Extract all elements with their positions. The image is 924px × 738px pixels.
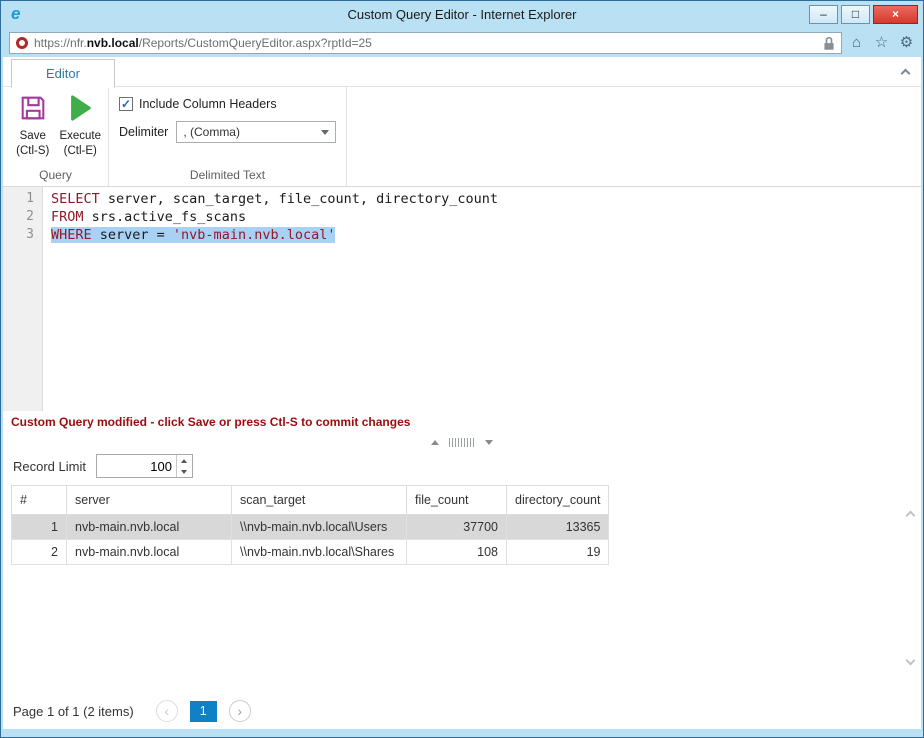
table-cell: nvb-main.nvb.local	[67, 515, 232, 540]
query-group-label: Query	[3, 168, 108, 186]
stepper-up-button[interactable]	[177, 455, 192, 466]
delimiter-label: Delimiter	[119, 125, 168, 139]
collapse-ribbon-icon[interactable]	[901, 69, 911, 79]
execute-play-icon	[65, 93, 95, 128]
title-bar: e Custom Query Editor - Internet Explore…	[1, 1, 923, 29]
pager-prev-button[interactable]: ‹	[156, 700, 178, 722]
save-label: Save	[20, 130, 46, 143]
record-limit-row: Record Limit	[3, 451, 921, 481]
browser-window: e Custom Query Editor - Internet Explore…	[0, 0, 924, 738]
favorites-star-icon[interactable]: ☆	[871, 32, 892, 54]
ribbon-toolbar: Save (Ctl-S) Execute (Ctl-E) Query	[3, 87, 921, 187]
ie-logo-icon: e	[11, 1, 20, 27]
column-header[interactable]: file_count	[407, 486, 507, 515]
pager-summary: Page 1 of 1 (2 items)	[13, 704, 134, 719]
grid-header-row: #serverscan_targetfile_countdirectory_co…	[12, 486, 609, 515]
editor-gutter: 123	[3, 190, 43, 244]
record-limit-label: Record Limit	[13, 459, 86, 474]
splitter-grip-icon[interactable]	[449, 438, 475, 447]
stepper-down-button[interactable]	[177, 466, 192, 477]
url-domain: nvb.local	[87, 36, 139, 50]
record-limit-stepper[interactable]	[96, 454, 193, 478]
line-number: 3	[3, 226, 43, 244]
column-header[interactable]: directory_count	[507, 486, 609, 515]
splitter-down-icon[interactable]	[485, 440, 493, 445]
tab-row: Editor	[3, 57, 921, 87]
scroll-down-icon[interactable]	[906, 656, 916, 666]
status-message: Custom Query modified - click Save or pr…	[3, 411, 921, 433]
url-text: https://nfr.nvb.local/Reports/CustomQuer…	[34, 36, 372, 50]
table-cell: \\nvb-main.nvb.local\Users	[232, 515, 407, 540]
save-shortcut: (Ctl-S)	[16, 145, 49, 158]
pager: Page 1 of 1 (2 items) ‹ 1 ›	[3, 693, 921, 729]
table-cell: \\nvb-main.nvb.local\Shares	[232, 540, 407, 565]
page-content: Editor Save (Ctl-S)	[3, 57, 921, 729]
sql-editor[interactable]: 123 SELECT server, scan_target, file_cou…	[3, 187, 921, 411]
url-subdomain: nfr.	[70, 36, 87, 50]
editor-code[interactable]: SELECT server, scan_target, file_count, …	[43, 190, 921, 244]
close-button[interactable]: ×	[873, 5, 918, 24]
execute-shortcut: (Ctl-E)	[64, 145, 97, 158]
column-header[interactable]: server	[67, 486, 232, 515]
maximize-button[interactable]: □	[841, 5, 870, 24]
execute-label: Execute	[59, 130, 101, 143]
address-bar[interactable]: https://nfr.nvb.local/Reports/CustomQuer…	[9, 32, 842, 54]
pane-splitter[interactable]	[3, 433, 921, 451]
table-cell: nvb-main.nvb.local	[67, 540, 232, 565]
pager-current-page[interactable]: 1	[190, 701, 217, 722]
record-limit-input[interactable]	[97, 455, 176, 477]
table-cell: 2	[12, 540, 67, 565]
url-scheme: https://	[34, 36, 70, 50]
column-header[interactable]: #	[12, 486, 67, 515]
address-row: https://nfr.nvb.local/Reports/CustomQuer…	[1, 29, 923, 57]
line-number: 1	[3, 190, 43, 208]
delimiter-dropdown[interactable]: , (Comma)	[176, 121, 336, 143]
code-line[interactable]: WHERE server = 'nvb-main.nvb.local'	[51, 226, 921, 244]
save-floppy-icon	[18, 93, 48, 128]
ssl-lock-icon	[823, 36, 835, 51]
table-cell: 19	[507, 540, 609, 565]
stepper-down-icon	[181, 470, 187, 474]
include-column-headers-checkbox[interactable]: ✓	[119, 97, 133, 111]
delimited-text-group-label: Delimited Text	[109, 168, 346, 186]
chevron-down-icon	[321, 130, 329, 135]
line-number: 2	[3, 208, 43, 226]
table-row[interactable]: 2nvb-main.nvb.local\\nvb-main.nvb.local\…	[12, 540, 609, 565]
table-cell: 37700	[407, 515, 507, 540]
home-icon[interactable]: ⌂	[846, 32, 867, 54]
site-favicon-icon	[16, 37, 28, 49]
code-line[interactable]: SELECT server, scan_target, file_count, …	[51, 190, 921, 208]
minimize-button[interactable]: –	[809, 5, 838, 24]
save-button[interactable]: Save (Ctl-S)	[11, 93, 55, 158]
splitter-up-icon[interactable]	[431, 440, 439, 445]
url-path: /Reports/CustomQueryEditor.aspx?rptId=25	[139, 36, 372, 50]
pager-next-button[interactable]: ›	[229, 700, 251, 722]
delimiter-value: , (Comma)	[183, 125, 240, 139]
stepper-up-icon	[181, 459, 187, 463]
include-column-headers-label: Include Column Headers	[139, 97, 277, 111]
code-line[interactable]: FROM srs.active_fs_scans	[51, 208, 921, 226]
table-cell: 108	[407, 540, 507, 565]
ribbon-group-delimited-text: ✓ Include Column Headers Delimiter , (Co…	[109, 87, 347, 186]
table-cell: 1	[12, 515, 67, 540]
tools-gear-icon[interactable]: ⚙	[896, 32, 917, 54]
results-grid: #serverscan_targetfile_countdirectory_co…	[11, 485, 921, 565]
execute-button[interactable]: Execute (Ctl-E)	[59, 93, 103, 158]
ribbon-group-query: Save (Ctl-S) Execute (Ctl-E) Query	[3, 87, 109, 186]
table-cell: 13365	[507, 515, 609, 540]
window-title: Custom Query Editor - Internet Explorer	[347, 7, 576, 22]
grid-body: 1nvb-main.nvb.local\\nvb-main.nvb.local\…	[12, 515, 609, 565]
tab-editor[interactable]: Editor	[11, 59, 115, 88]
table-row[interactable]: 1nvb-main.nvb.local\\nvb-main.nvb.local\…	[12, 515, 609, 540]
column-header[interactable]: scan_target	[232, 486, 407, 515]
